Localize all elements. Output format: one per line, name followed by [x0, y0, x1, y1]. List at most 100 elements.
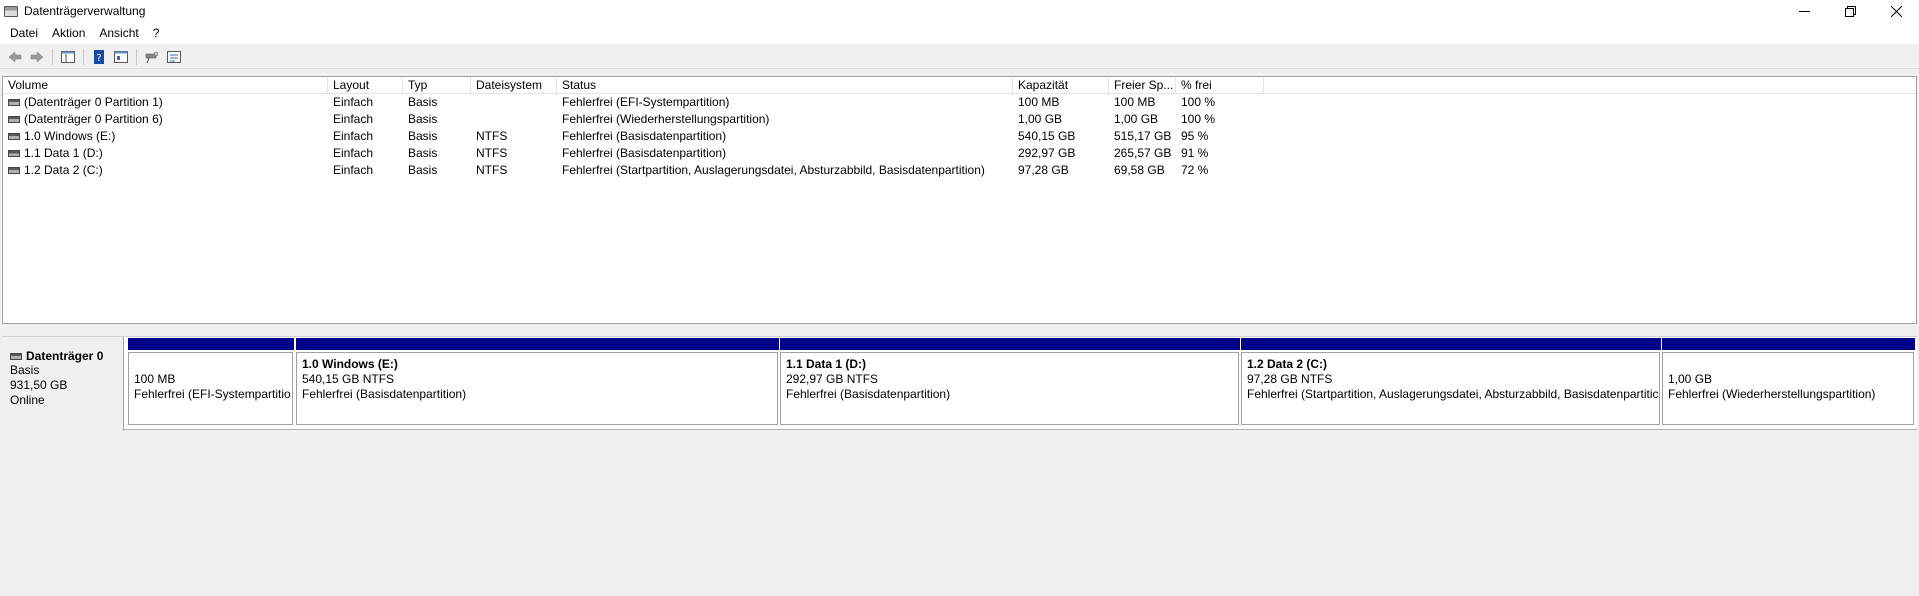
menu-ansicht[interactable]: Ansicht	[92, 22, 145, 44]
column-header-typ[interactable]: Typ	[403, 77, 471, 93]
svg-text:?: ?	[96, 53, 101, 64]
back-button[interactable]	[4, 47, 26, 67]
partition-size: 292,97 GB NTFS	[786, 372, 879, 386]
volume-cell: 1.2 Data 2 (C:)	[3, 162, 328, 179]
disk-state: Online	[10, 393, 45, 407]
console-tree-button[interactable]	[57, 47, 79, 67]
column-header-kapazitaet[interactable]: Kapazität	[1013, 77, 1109, 93]
menu-help[interactable]: ?	[146, 22, 167, 44]
filesystem-cell: NTFS	[476, 129, 508, 143]
partition-title: 1.2 Data 2 (C:)	[1247, 357, 1328, 371]
partition-body: 1.1 Data 1 (D:) 292,97 GB NTFS Fehlerfre…	[780, 352, 1239, 425]
forward-button[interactable]	[26, 47, 48, 67]
partition-status: Fehlerfrei (Basisdatenpartition)	[786, 387, 951, 401]
column-header-freier-speicher[interactable]: Freier Sp...	[1109, 77, 1176, 93]
partition-bar	[296, 338, 780, 350]
title-bar: Datenträgerverwaltung	[0, 0, 1919, 22]
column-header-status[interactable]: Status	[557, 77, 1013, 93]
partition-windows[interactable]: 1.0 Windows (E:) 540,15 GB NTFS Fehlerfr…	[296, 338, 780, 429]
layout-cell: Einfach	[333, 129, 374, 143]
partition-status: Fehlerfrei (Startpartition, Auslagerungs…	[1247, 387, 1659, 401]
menu-bar: Datei Aktion Ansicht ?	[0, 22, 1919, 44]
partition-status: Fehlerfrei (Basisdatenpartition)	[302, 387, 467, 401]
partition-efi[interactable]: 100 MB Fehlerfrei (EFI-Systempartitio	[128, 338, 295, 429]
drive-icon	[8, 99, 20, 106]
percent-free-cell: 95 %	[1181, 129, 1209, 143]
status-cell: Fehlerfrei (Basisdatenpartition)	[562, 129, 727, 143]
layout-cell: Einfach	[333, 163, 374, 177]
partition-data2[interactable]: 1.2 Data 2 (C:) 97,28 GB NTFS Fehlerfrei…	[1241, 338, 1662, 429]
menu-aktion[interactable]: Aktion	[45, 22, 92, 44]
drive-icon	[8, 116, 20, 123]
free-space-cell: 69,58 GB	[1114, 163, 1165, 177]
filesystem-cell: NTFS	[476, 146, 508, 160]
percent-free-cell: 91 %	[1181, 146, 1209, 160]
restore-button[interactable]	[1827, 0, 1873, 22]
volume-name: 1.2 Data 2 (C:)	[24, 163, 103, 177]
partition-body: 1.2 Data 2 (C:) 97,28 GB NTFS Fehlerfrei…	[1241, 352, 1660, 425]
window-title: Datenträgerverwaltung	[24, 4, 146, 18]
help-button[interactable]: ?	[88, 47, 110, 67]
status-cell: Fehlerfrei (Startpartition, Auslagerungs…	[562, 163, 985, 177]
type-cell: Basis	[408, 112, 438, 126]
properties-button[interactable]	[110, 47, 132, 67]
partition-size: 1,00 GB	[1668, 372, 1713, 386]
column-header-dateisystem[interactable]: Dateisystem	[471, 77, 557, 93]
toolbar-separator	[52, 48, 53, 65]
capacity-cell: 1,00 GB	[1018, 112, 1063, 126]
partition-bar	[1241, 338, 1662, 350]
table-row[interactable]: 1.2 Data 2 (C:) Einfach Basis NTFS Fehle…	[3, 162, 1916, 179]
column-header-prozent-frei[interactable]: % frei	[1176, 77, 1264, 93]
close-icon	[1890, 5, 1902, 17]
partition-title: 1.0 Windows (E:)	[302, 357, 398, 371]
toolbar-separator	[136, 48, 137, 65]
type-cell: Basis	[408, 129, 438, 143]
free-space-cell: 515,17 GB	[1114, 129, 1172, 143]
disk-row[interactable]: Datenträger 0 Basis 931,50 GB Online 100…	[2, 336, 1917, 431]
volume-name: 1.0 Windows (E:)	[24, 129, 116, 143]
disk-management-app-icon	[4, 5, 18, 17]
status-cell: Fehlerfrei (Wiederherstellungspartition)	[562, 112, 770, 126]
volume-name: (Datenträger 0 Partition 6)	[24, 112, 163, 126]
table-row[interactable]: (Datenträger 0 Partition 6) Einfach Basi…	[3, 111, 1916, 128]
back-arrow-icon	[8, 50, 22, 63]
rescan-disks-button[interactable]	[141, 47, 163, 67]
forward-arrow-icon	[30, 50, 44, 63]
partition-body: 1.0 Windows (E:) 540,15 GB NTFS Fehlerfr…	[296, 352, 778, 425]
partition-recovery[interactable]: 1,00 GB Fehlerfrei (Wiederherstellungspa…	[1662, 338, 1916, 429]
list-view-icon	[167, 50, 181, 63]
disk-info[interactable]: Datenträger 0 Basis 931,50 GB Online	[2, 337, 124, 431]
column-header-layout[interactable]: Layout	[328, 77, 403, 93]
column-header-volume[interactable]: Volume	[3, 77, 328, 93]
status-cell: Fehlerfrei (EFI-Systempartition)	[562, 95, 730, 109]
volume-name: 1.1 Data 1 (D:)	[24, 146, 103, 160]
volume-cell: 1.0 Windows (E:)	[3, 128, 328, 145]
type-cell: Basis	[408, 146, 438, 160]
partition-bar	[128, 338, 295, 350]
partition-data1[interactable]: 1.1 Data 1 (D:) 292,97 GB NTFS Fehlerfre…	[780, 338, 1241, 429]
capacity-cell: 97,28 GB	[1018, 163, 1069, 177]
status-cell: Fehlerfrei (Basisdatenpartition)	[562, 146, 727, 160]
capacity-cell: 292,97 GB	[1018, 146, 1076, 160]
partition-bar	[780, 338, 1241, 350]
volume-name: (Datenträger 0 Partition 1)	[24, 95, 163, 109]
partition-title: 1.1 Data 1 (D:)	[786, 357, 867, 371]
partition-size: 97,28 GB NTFS	[1247, 372, 1333, 386]
partition-status: Fehlerfrei (EFI-Systempartitio	[134, 387, 291, 401]
disk-graphic-view: Datenträger 0 Basis 931,50 GB Online 100…	[0, 329, 1919, 596]
list-header: Volume Layout Typ Dateisystem Status Kap…	[3, 77, 1916, 94]
table-row[interactable]: (Datenträger 0 Partition 1) Einfach Basi…	[3, 94, 1916, 111]
volume-cell: (Datenträger 0 Partition 6)	[3, 111, 328, 128]
minimize-button[interactable]	[1781, 0, 1827, 22]
properties-icon	[114, 50, 128, 63]
table-row[interactable]: 1.1 Data 1 (D:) Einfach Basis NTFS Fehle…	[3, 145, 1916, 162]
list-view-button[interactable]	[163, 47, 185, 67]
drive-icon	[8, 150, 20, 157]
menu-datei[interactable]: Datei	[3, 22, 45, 44]
volume-cell: (Datenträger 0 Partition 1)	[3, 94, 328, 111]
layout-cell: Einfach	[333, 95, 374, 109]
close-button[interactable]	[1873, 0, 1919, 22]
partition-title	[1668, 357, 1913, 372]
disk-name-text: Datenträger 0	[26, 349, 104, 363]
table-row[interactable]: 1.0 Windows (E:) Einfach Basis NTFS Fehl…	[3, 128, 1916, 145]
